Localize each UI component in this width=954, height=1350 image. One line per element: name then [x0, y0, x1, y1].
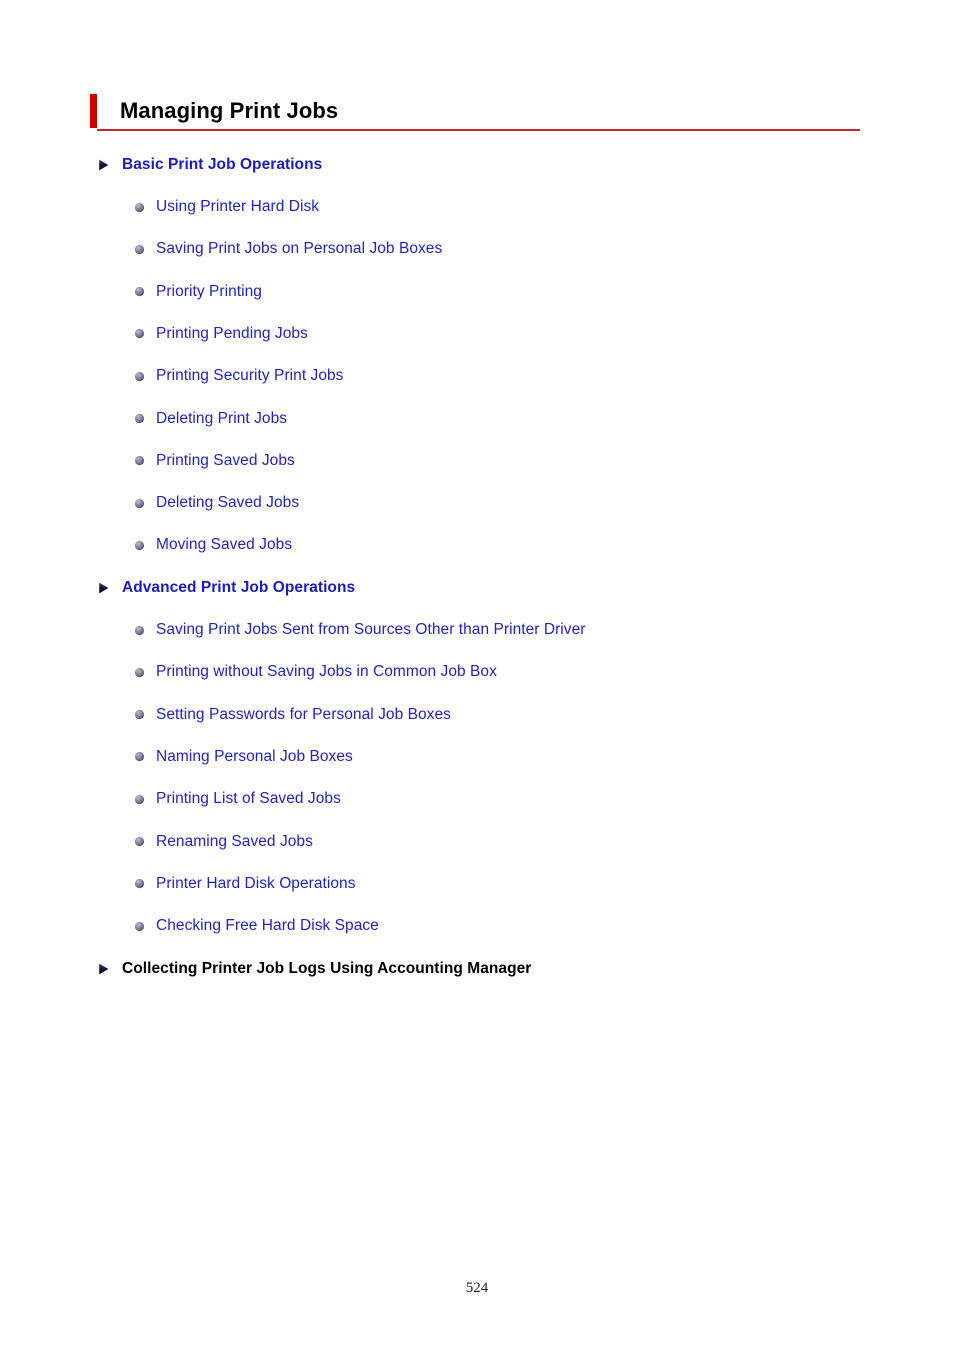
title-accent-bar — [90, 94, 97, 128]
toc-link-label: Printer Hard Disk Operations — [156, 874, 356, 892]
bullet-icon — [134, 371, 145, 381]
toc-link-label: Checking Free Hard Disk Space — [156, 917, 379, 935]
toc-link-label: Moving Saved Jobs — [156, 536, 293, 554]
section-heading-2[interactable]: Advanced Print Job Operations — [96, 577, 355, 599]
toc-link-item[interactable]: Printing without Saving Jobs in Common J… — [134, 661, 497, 683]
toc-link-item[interactable]: Setting Passwords for Personal Job Boxes — [134, 704, 451, 726]
bullet-icon — [134, 625, 145, 635]
toc-link-item[interactable]: Checking Free Hard Disk Space — [134, 915, 379, 937]
toc-link-item[interactable]: Renaming Saved Jobs — [134, 831, 313, 853]
toc-link-label: Saving Print Jobs on Personal Job Boxes — [156, 240, 443, 258]
bullet-icon — [134, 879, 145, 889]
title-divider — [97, 129, 860, 131]
toc-link-label: Printing List of Saved Jobs — [156, 790, 341, 808]
bullet-icon — [134, 836, 145, 847]
bullet-icon — [134, 921, 145, 931]
bullet-icon — [134, 202, 145, 212]
toc-link-item[interactable]: Printing Security Print Jobs — [134, 365, 343, 387]
document-page: Managing Print Jobs Basic Print Job Oper… — [0, 0, 954, 1350]
section-heading-label: Advanced Print Job Operations — [122, 579, 356, 596]
toc-link-item[interactable]: Printing Saved Jobs — [134, 450, 295, 472]
toc-link-label: Printing without Saving Jobs in Common J… — [156, 663, 497, 681]
toc-link-label: Printing Security Print Jobs — [156, 367, 344, 385]
bullet-icon — [134, 413, 145, 424]
section-heading-1[interactable]: Basic Print Job Operations — [96, 154, 322, 176]
toc-link-item[interactable]: Priority Printing — [134, 281, 262, 303]
toc-link-label: Renaming Saved Jobs — [156, 832, 313, 850]
arrow-right-icon — [99, 159, 109, 171]
page-number: 524 — [465, 1280, 489, 1296]
bullet-icon — [134, 498, 145, 508]
bullet-icon — [134, 752, 145, 762]
toc-link-item[interactable]: Printer Hard Disk Operations — [134, 873, 356, 895]
toc-link-label: Using Printer Hard Disk — [156, 198, 320, 215]
section-heading-label: Collecting Printer Job Logs Using Accoun… — [122, 960, 532, 977]
toc-link-label: Deleting Print Jobs — [156, 409, 288, 427]
bullet-icon — [134, 667, 145, 677]
page-header: Managing Print Jobs — [90, 94, 860, 131]
arrow-right-icon — [99, 963, 109, 975]
title-row: Managing Print Jobs — [90, 94, 860, 128]
toc-link-label: Priority Printing — [156, 282, 262, 300]
toc-link-label: Naming Personal Job Boxes — [156, 747, 353, 765]
toc-link-item[interactable]: Saving Print Jobs on Personal Job Boxes — [134, 238, 442, 260]
section-heading-label: Basic Print Job Operations — [122, 156, 323, 173]
toc-link-item[interactable]: Printing Pending Jobs — [134, 323, 308, 345]
toc-link-label: Deleting Saved Jobs — [156, 494, 300, 512]
page-title: Managing Print Jobs — [120, 98, 339, 123]
bullet-icon — [134, 710, 145, 720]
section-heading-3: Collecting Printer Job Logs Using Accoun… — [96, 958, 531, 980]
toc-link-label: Printing Saved Jobs — [156, 451, 295, 469]
bullet-icon — [134, 456, 145, 466]
toc-link-item[interactable]: Moving Saved Jobs — [134, 534, 292, 556]
toc-link-item[interactable]: Naming Personal Job Boxes — [134, 746, 353, 768]
toc-link-item[interactable]: Using Printer Hard Disk — [134, 196, 319, 218]
toc-link-label: Saving Print Jobs Sent from Sources Othe… — [156, 621, 586, 638]
arrow-right-icon — [99, 582, 109, 594]
bullet-icon — [134, 329, 145, 339]
toc-link-item[interactable]: Deleting Saved Jobs — [134, 492, 299, 514]
toc-link-item[interactable]: Printing List of Saved Jobs — [134, 788, 341, 810]
toc-link-label: Setting Passwords for Personal Job Boxes — [156, 705, 451, 723]
toc-link-label: Printing Pending Jobs — [156, 324, 308, 342]
bullet-icon — [134, 244, 145, 254]
bullet-icon — [134, 794, 145, 804]
bullet-icon — [134, 287, 145, 297]
toc-link-item[interactable]: Deleting Print Jobs — [134, 408, 287, 430]
toc-link-item[interactable]: Saving Print Jobs Sent from Sources Othe… — [134, 619, 585, 641]
bullet-icon — [134, 540, 145, 550]
